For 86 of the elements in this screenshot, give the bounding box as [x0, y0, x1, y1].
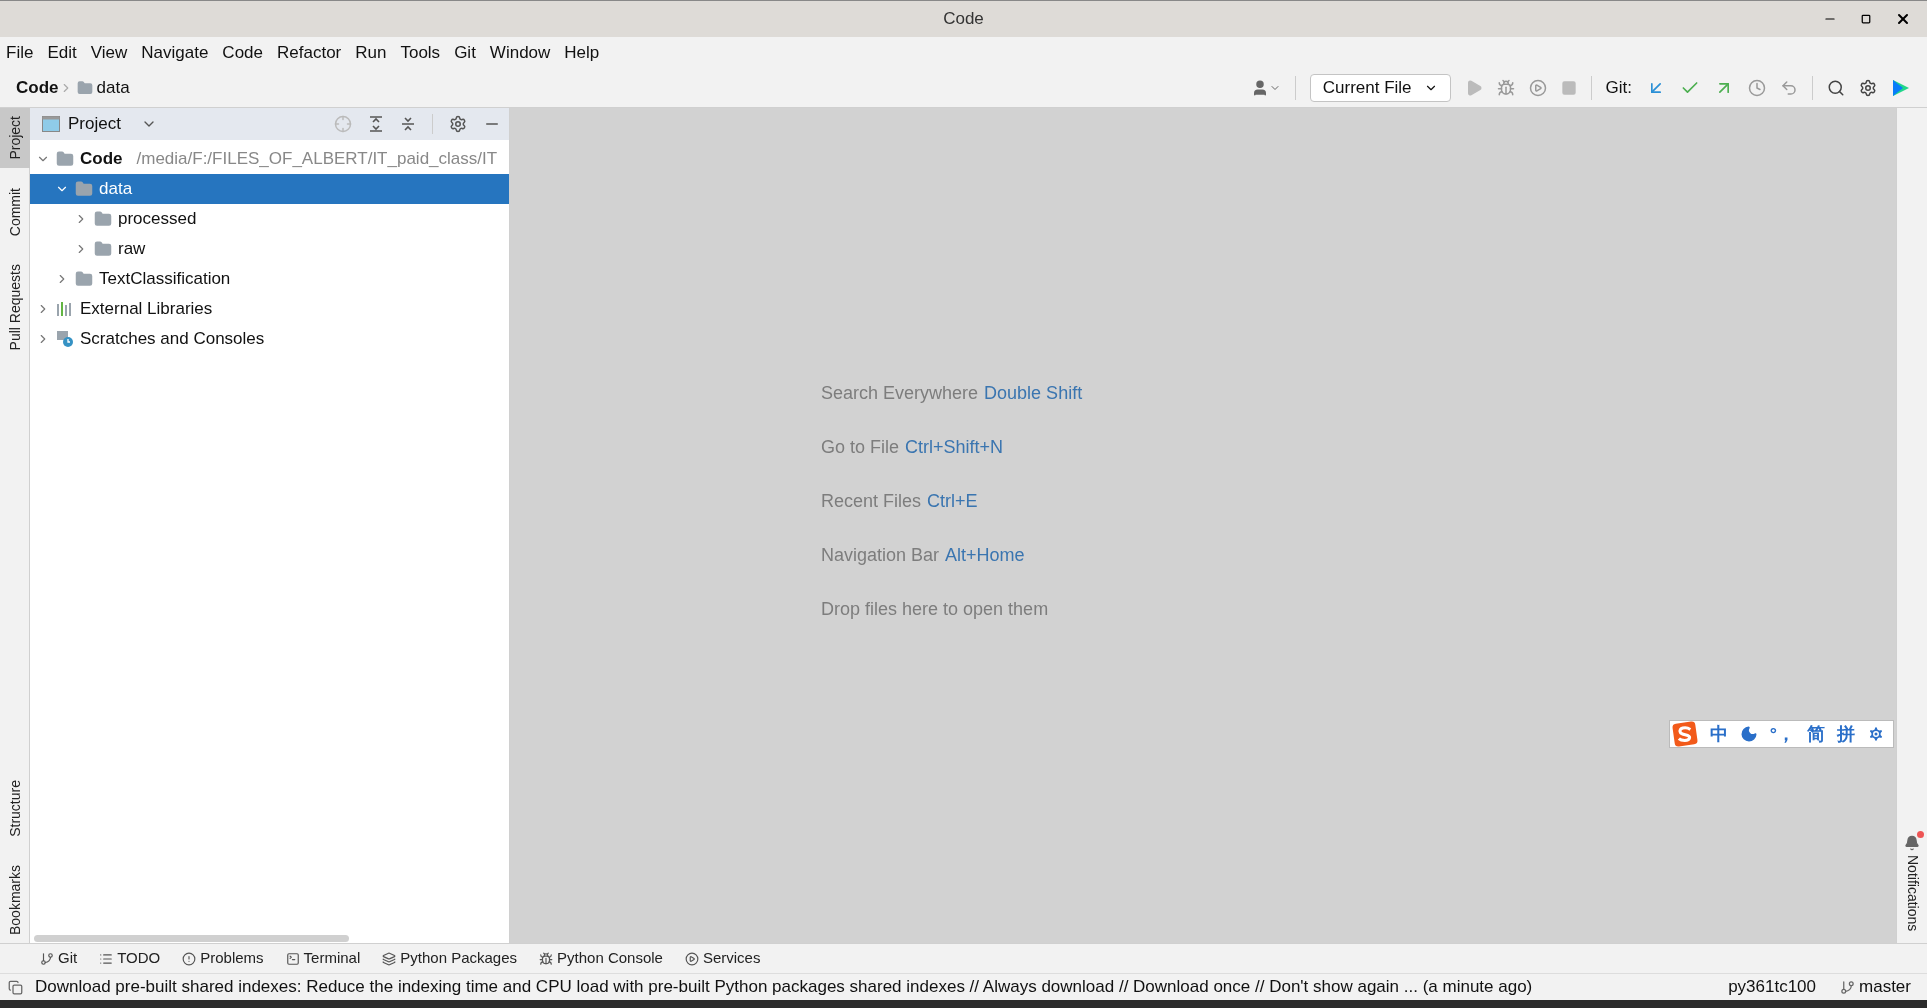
menu-item[interactable]: Navigate: [141, 40, 209, 66]
git-label: Git:: [1605, 77, 1632, 100]
menu-item[interactable]: Tools: [400, 40, 441, 66]
ime-logo-icon: [1671, 721, 1698, 747]
debug-icon[interactable]: [1496, 79, 1515, 97]
tool-window-tab[interactable]: Commit: [0, 179, 30, 244]
breadcrumb-item[interactable]: data: [96, 75, 130, 101]
tree-item[interactable]: Scratches and Consoles: [30, 324, 509, 354]
folder-icon: [75, 270, 93, 288]
hint-text: Go to File: [821, 436, 900, 457]
collapse-all-icon[interactable]: [400, 116, 416, 132]
menu-item[interactable]: Git: [454, 40, 476, 66]
folder-icon: [94, 210, 112, 228]
branch-icon: [1840, 979, 1856, 995]
tree-item[interactable]: External Libraries: [30, 294, 509, 324]
hint-text: Drop files here to open them: [821, 598, 1049, 619]
tool-window-button[interactable]: TODO: [99, 947, 161, 970]
tree-item[interactable]: data: [30, 174, 509, 204]
tool-window-button[interactable]: Python Console: [539, 947, 663, 970]
tool-window-button[interactable]: Git: [40, 947, 78, 970]
menu-item[interactable]: Refactor: [277, 40, 342, 66]
ime-option[interactable]: 简: [1807, 720, 1825, 748]
search-icon[interactable]: [1827, 79, 1845, 97]
plugin-logo-icon[interactable]: [1891, 78, 1911, 98]
bug-icon: [539, 951, 554, 966]
branch-widget[interactable]: master: [1840, 974, 1911, 1000]
menu-item[interactable]: View: [90, 40, 128, 66]
tool-window-button[interactable]: Services: [684, 947, 761, 970]
libraries-icon: [56, 301, 74, 317]
settings-icon[interactable]: [1859, 79, 1877, 97]
shortcut-text: Ctrl+Shift+N: [905, 436, 1004, 457]
menu-item[interactable]: Run: [355, 40, 387, 66]
ime-mode[interactable]: 中: [1709, 720, 1728, 748]
menu-item[interactable]: Code: [222, 40, 263, 66]
notifications-tab[interactable]: Notifications: [1897, 830, 1927, 935]
tree-item[interactable]: Code /media/F:/FILES_OF_ALBERT/IT_paid_class/IT: [30, 144, 509, 174]
ime-toolbar[interactable]: 中 °， 简 拼: [1668, 720, 1894, 748]
window-title: Code: [943, 8, 984, 31]
hint-text: Recent Files: [821, 490, 922, 511]
terminal-icon: [285, 951, 300, 966]
tree-item[interactable]: TextClassification: [30, 264, 509, 294]
tool-window-tab[interactable]: Project: [0, 108, 30, 168]
shortcut-text: Ctrl+E: [927, 490, 978, 511]
panel-title[interactable]: Project: [68, 111, 121, 137]
menu-item[interactable]: Edit: [47, 40, 77, 66]
panel-icon: [42, 116, 60, 132]
tool-window-button[interactable]: Terminal: [285, 947, 361, 970]
ime-option[interactable]: 拼: [1837, 720, 1855, 748]
folder-icon: [75, 180, 93, 198]
play-icon: [684, 951, 699, 966]
tree-item[interactable]: raw: [30, 234, 509, 264]
ime-option[interactable]: °，: [1769, 720, 1795, 748]
history-icon[interactable]: [1748, 79, 1766, 97]
hint-text: Navigation Bar: [821, 544, 940, 565]
interpreter-label[interactable]: py361tc100: [1728, 974, 1817, 1000]
menu-item[interactable]: Window: [489, 40, 551, 66]
warning-icon: [182, 951, 197, 966]
tool-window-tab[interactable]: Bookmarks: [0, 856, 30, 943]
menu-item[interactable]: File: [6, 40, 34, 66]
folder-icon: [94, 240, 112, 258]
scrollbar[interactable]: [34, 934, 349, 942]
settings-icon[interactable]: [449, 115, 467, 133]
close-icon[interactable]: [1895, 11, 1911, 27]
shortcut-text: Alt+Home: [945, 544, 1025, 565]
tool-window-button[interactable]: Problems: [182, 947, 264, 970]
tool-window-tab[interactable]: Pull Requests: [0, 255, 30, 359]
tool-window-button[interactable]: Python Packages: [382, 947, 518, 970]
hint-text: Search Everywhere: [821, 382, 979, 403]
scratches-icon: [56, 330, 74, 348]
folder-icon: [76, 80, 93, 96]
moon-icon[interactable]: [1739, 725, 1758, 743]
folder-icon: [56, 150, 74, 168]
rollback-icon[interactable]: [1780, 79, 1798, 97]
branch-icon: [40, 951, 54, 966]
layers-icon: [382, 951, 397, 966]
tree-item[interactable]: processed: [30, 204, 509, 234]
run-configuration-dropdown[interactable]: Current File: [1309, 74, 1451, 102]
menu-item[interactable]: Help: [564, 40, 600, 66]
breadcrumb-item[interactable]: Code: [16, 75, 59, 101]
list-icon: [99, 951, 114, 966]
project-path: /media/F:/FILES_OF_ALBERT/IT_paid_class/IT: [136, 148, 498, 171]
status-message[interactable]: Download pre-built shared indexes: Reduce the indexing time and CPU load with pre-built Python packages shared indexes // Always download // Download once // Don't show again ... (a minute ago): [35, 974, 1533, 1000]
maximize-icon[interactable]: [1861, 14, 1871, 24]
tool-window-tab[interactable]: Structure: [0, 772, 30, 845]
expand-all-icon[interactable]: [368, 116, 384, 132]
shortcut-text: Double Shift: [984, 382, 1083, 403]
